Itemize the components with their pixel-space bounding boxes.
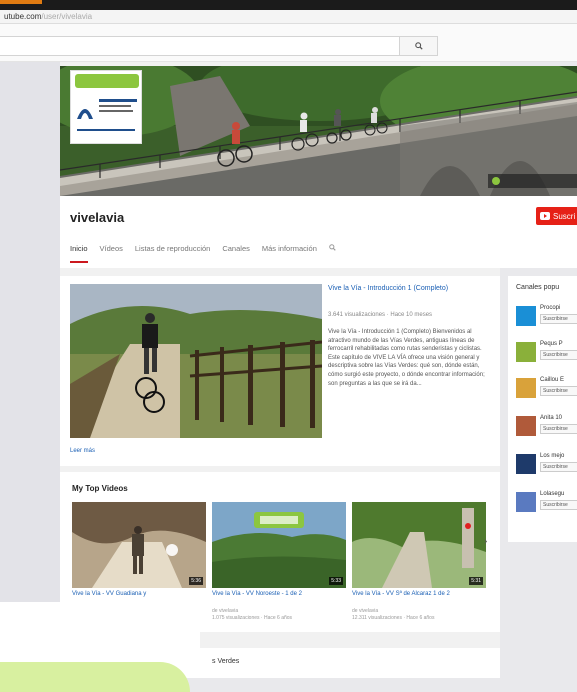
channel-avatar (516, 454, 536, 474)
subscribe-button[interactable]: Suscribirse (540, 350, 577, 360)
featured-thumbnail-image (70, 284, 322, 438)
logo-text-line (77, 129, 135, 131)
channel-name: Caillou E (540, 377, 565, 383)
video-thumbnail[interactable]: 5:31 (352, 502, 486, 588)
popular-channels-sidebar: Canales popu Procopi Suscribirse Pequs P… (508, 276, 577, 542)
url-path: /user/vivelavia (41, 12, 93, 21)
youtube-header (0, 24, 577, 62)
youtube-play-icon (540, 212, 550, 220)
green-decorative-shape (0, 662, 190, 692)
channel-avatar (516, 378, 536, 398)
video-thumbnail-image (212, 502, 346, 588)
carousel-next-button[interactable]: › (484, 536, 487, 547)
channel-name: Anita 10 (540, 415, 563, 421)
url-host: utube.com (4, 12, 42, 21)
sidebar-channel-item[interactable]: Pequs P Suscribirse (516, 340, 577, 376)
search-input[interactable] (0, 36, 400, 56)
channel-avatar (516, 306, 536, 326)
sidebar-channel-item[interactable]: Procopi Suscribirse (516, 304, 577, 340)
bottom-section: s Verdes (200, 648, 500, 678)
video-views: 1.075 visualizaciones · Hace 6 años (212, 615, 293, 621)
channel-tabs: Inicio Vídeos Listas de reproducción Can… (70, 244, 336, 263)
tab-playlists[interactable]: Listas de reproducción (135, 244, 210, 263)
sidebar-channel-item[interactable]: Anita 10 Suscribirse (516, 414, 577, 450)
video-duration: 5:36 (189, 577, 203, 585)
logo-text-line (99, 110, 133, 112)
browser-accent-strip (0, 0, 42, 4)
video-thumbnail[interactable]: 5:33 (212, 502, 346, 588)
video-thumbnail-image (352, 502, 486, 588)
video-duration: 5:33 (329, 577, 343, 585)
channel-name: Pequs P (540, 341, 563, 347)
sidebar-title: Canales popu (516, 284, 560, 291)
subscribe-button[interactable]: Suscribirse (540, 462, 577, 472)
video-channel: de vivelavia (212, 608, 239, 614)
tab-channels[interactable]: Canales (222, 244, 250, 263)
tab-videos[interactable]: Vídeos (100, 244, 123, 263)
video-channel: de vivelavia (352, 608, 379, 614)
channel-avatar (516, 416, 536, 436)
channel-name: Procopi (540, 305, 561, 311)
featured-video-description: Vive la Vía - Introducción 1 (Completo) … (328, 329, 485, 387)
sidebar-channel-item[interactable]: Lolasegu Suscribirse (516, 490, 577, 526)
channel-name: Los mejo (540, 453, 565, 459)
channel-header: vivelavia Suscri Inicio Vídeos Listas de… (60, 196, 577, 268)
channel-name: vivelavia (70, 210, 125, 225)
video-title[interactable]: Vive la Vía - VV Guadiana y (72, 590, 206, 598)
video-thumbnail[interactable]: 5:36 (72, 502, 206, 588)
featured-video: Vive la Vía - Introducción 1 (Completo) … (60, 276, 500, 466)
tab-home[interactable]: Inicio (70, 244, 88, 263)
channel-avatar (516, 492, 536, 512)
video-meta: de vivelavia 12.311 visualizaciones · Ha… (352, 608, 486, 622)
channel-banner (60, 66, 577, 196)
subscribe-button[interactable]: Suscri (536, 207, 577, 225)
search-icon (414, 42, 423, 50)
tab-search[interactable] (329, 244, 336, 263)
subscribe-button[interactable]: Suscribirse (540, 386, 577, 396)
video-title[interactable]: Vive la Vía - VV Noroeste - 1 de 2 (212, 590, 346, 598)
video-thumbnail-image (72, 502, 206, 588)
address-bar[interactable]: utube.com/user/vivelavia (0, 10, 577, 24)
search-button[interactable] (400, 36, 438, 56)
logo-emblem-icon (77, 109, 93, 119)
subscribe-label: Suscri (553, 211, 576, 221)
featured-video-meta: 3.641 visualizaciones · Hace 10 meses (328, 312, 433, 318)
subscribe-button[interactable]: Suscribirse (540, 424, 577, 434)
video-views: 12.311 visualizaciones · Hace 6 años (352, 615, 435, 621)
logo-green-strip (75, 74, 139, 88)
channel-avatar (516, 342, 536, 362)
search-icon (329, 244, 336, 251)
channel-logo (70, 70, 142, 144)
video-meta: de vivelavia 1.075 visualizaciones · Hac… (212, 608, 346, 622)
featured-video-title[interactable]: Vive la Vía - Introducción 1 (Completo) (328, 284, 488, 293)
sidebar-channel-item[interactable]: Caillou E Suscribirse (516, 376, 577, 412)
section-title: s Verdes (212, 658, 240, 665)
browser-top-bar (0, 0, 577, 10)
video-duration: 5:31 (469, 577, 483, 585)
subscribe-button[interactable]: Suscribirse (540, 500, 577, 510)
read-more-link[interactable]: Leer más (70, 448, 95, 454)
section-title: My Top Videos (72, 484, 128, 493)
logo-text-line (99, 105, 131, 107)
tab-about[interactable]: Más información (262, 244, 317, 263)
channel-name: Lolasegu (540, 491, 565, 497)
featured-video-thumbnail[interactable] (70, 284, 322, 438)
left-guide-area (0, 62, 60, 602)
subscribe-button[interactable]: Suscribirse (540, 314, 577, 324)
sidebar-channel-item[interactable]: Los mejo Suscribirse (516, 452, 577, 488)
video-title[interactable]: Vive la Vía - VV Sª de Alcaraz 1 de 2 (352, 590, 486, 598)
logo-text-line (99, 99, 137, 102)
